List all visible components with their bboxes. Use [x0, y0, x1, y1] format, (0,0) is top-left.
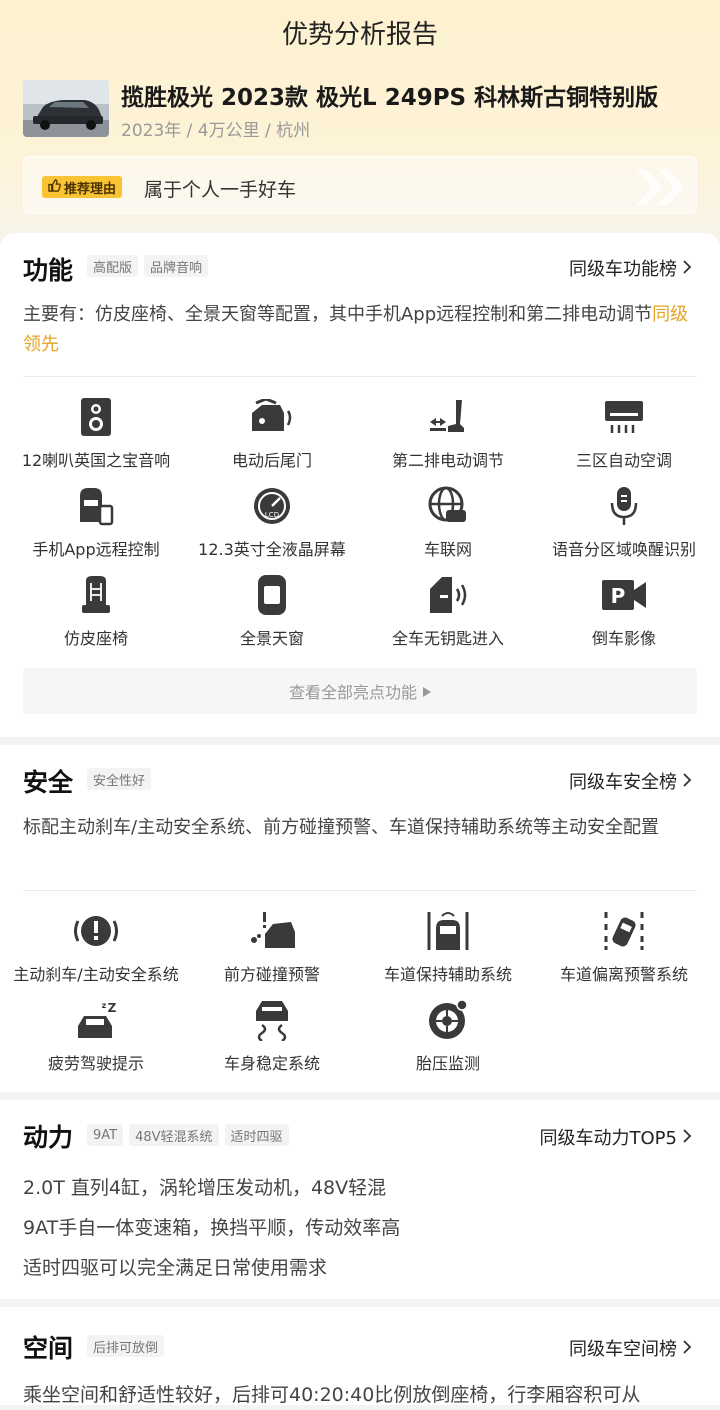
microphone-icon	[536, 484, 712, 528]
safety-section: 安全 安全性好 同级车安全榜 标配主动刹车/主动安全系统、前方碰撞预警、车道保持…	[0, 745, 720, 1092]
speaker-icon	[8, 395, 184, 439]
svg-text:Z: Z	[108, 1001, 117, 1015]
function-description: 主要有：仿皮座椅、全景天窗等配置，其中手机App远程控制和第二排电动调节同级领先	[23, 304, 689, 355]
recommend-reason-tag: 推荐理由	[42, 176, 123, 198]
leather-seat-icon	[8, 573, 184, 617]
power-line: 适时四驱可以完全满足日常使用需求	[23, 1257, 328, 1279]
feature-item[interactable]: 胎压监测	[360, 998, 536, 1074]
feature-item[interactable]: 全车无钥匙进入	[360, 573, 536, 649]
safety-tags: 安全性好	[87, 768, 152, 790]
recommend-reason-box: 推荐理由 属于个人一手好车	[23, 156, 697, 214]
car-meta: 2023年 / 4万公里 / 杭州	[121, 121, 311, 141]
space-description: 乘坐空间和舒适性较好，后排可40:20:40比例放倒座椅，行李厢容积可从	[23, 1384, 641, 1406]
safety-description: 标配主动刹车/主动安全系统、前方碰撞预警、车道保持辅助系统等主动安全配置	[23, 817, 660, 838]
chevron-decoration-icon	[632, 165, 692, 213]
keyless-entry-icon	[360, 573, 536, 617]
divider	[23, 376, 697, 377]
chevron-right-icon	[683, 258, 692, 279]
report-header: 优势分析报告 揽胜极光 2023款 极光L 249PS 科林斯古铜特别版 202…	[0, 0, 720, 260]
svg-text:P: P	[611, 584, 626, 608]
feature-item[interactable]: 第二排电动调节	[360, 395, 536, 471]
feature-item[interactable]: Zz 疲劳驾驶提示	[8, 998, 184, 1074]
lcd-gauge-icon: LCD	[184, 484, 360, 528]
feature-item[interactable]: 车身稳定系统	[184, 998, 360, 1074]
page-title: 优势分析报告	[281, 20, 438, 50]
feature-item[interactable]: 12喇叭英国之宝音响	[8, 395, 184, 471]
chevron-right-icon	[683, 771, 692, 792]
function-section: 功能 高配版 品牌音响 同级车功能榜 主要有：仿皮座椅、全景天窗等配置，其中手机…	[0, 233, 720, 737]
section-title-power: 动力	[23, 1123, 74, 1152]
thumbs-up-icon	[48, 178, 61, 196]
feature-item[interactable]: P 倒车影像	[536, 573, 712, 649]
power-line: 2.0T 直列4缸，涡轮增压发动机，48V轻混	[23, 1177, 387, 1199]
lane-keep-icon	[360, 909, 536, 953]
collision-warning-icon	[184, 909, 360, 953]
tag: 9AT	[87, 1124, 124, 1146]
lane-departure-icon	[536, 909, 712, 953]
section-title-space: 空间	[23, 1334, 74, 1363]
car-name: 揽胜极光 2023款 极光L 249PS 科林斯古铜特别版	[121, 85, 659, 111]
tag: 后排可放倒	[87, 1335, 165, 1357]
feature-item[interactable]: 全景天窗	[184, 573, 360, 649]
feature-item[interactable]: 仿皮座椅	[8, 573, 184, 649]
sunroof-icon	[184, 573, 360, 617]
car-thumbnail[interactable]	[23, 80, 109, 137]
phone-remote-icon	[8, 484, 184, 528]
feature-item[interactable]: 车道偏离预警系统	[536, 909, 712, 985]
chevron-right-icon	[683, 1127, 692, 1148]
tag: 高配版	[87, 255, 139, 277]
svg-text:z: z	[102, 1001, 107, 1010]
feature-item[interactable]: 三区自动空调	[536, 395, 712, 471]
fatigue-icon: Zz	[8, 998, 184, 1042]
feature-item[interactable]: 手机App远程控制	[8, 484, 184, 560]
section-title-safety: 安全	[23, 768, 74, 797]
svg-text:LCD: LCD	[265, 511, 279, 519]
brake-warning-icon	[8, 909, 184, 953]
chevron-right-icon	[683, 1338, 692, 1359]
feature-item[interactable]: 主动刹车/主动安全系统	[8, 909, 184, 985]
feature-item[interactable]: 车道保持辅助系统	[360, 909, 536, 985]
tire-pressure-icon	[360, 998, 536, 1042]
view-all-features-button[interactable]: 查看全部亮点功能	[23, 668, 697, 714]
feature-item[interactable]: 电动后尾门	[184, 395, 360, 471]
tag: 适时四驱	[224, 1124, 289, 1146]
space-section: 空间 后排可放倒 同级车空间榜 乘坐空间和舒适性较好，后排可40:20:40比例…	[0, 1307, 720, 1406]
feature-item[interactable]: LCD 12.3英寸全液晶屏幕	[184, 484, 360, 560]
globe-car-icon	[360, 484, 536, 528]
air-conditioner-icon	[536, 395, 712, 439]
safety-rank-link[interactable]: 同级车安全榜	[569, 768, 692, 794]
power-rank-link[interactable]: 同级车动力TOP5	[540, 1124, 692, 1150]
power-tags: 9AT 48V轻混系统 适时四驱	[87, 1124, 289, 1146]
seat-adjust-icon	[360, 395, 536, 439]
power-section: 动力 9AT 48V轻混系统 适时四驱 同级车动力TOP5 2.0T 直列4缸，…	[0, 1100, 720, 1299]
tag: 安全性好	[87, 768, 152, 790]
reverse-camera-icon: P	[536, 573, 712, 617]
feature-item[interactable]: 车联网	[360, 484, 536, 560]
space-tags: 后排可放倒	[87, 1335, 165, 1357]
power-tailgate-icon	[184, 395, 360, 439]
recommend-reason-text: 属于个人一手好车	[144, 179, 297, 201]
tag: 48V轻混系统	[129, 1124, 219, 1146]
tag: 品牌音响	[144, 255, 209, 277]
function-tags: 高配版 品牌音响	[87, 255, 209, 277]
feature-item[interactable]: 前方碰撞预警	[184, 909, 360, 985]
power-line: 9AT手自一体变速箱，换挡平顺，传动效率高	[23, 1217, 401, 1239]
stability-icon	[184, 998, 360, 1042]
function-rank-link[interactable]: 同级车功能榜	[569, 255, 692, 281]
feature-item[interactable]: 语音分区域唤醒识别	[536, 484, 712, 560]
divider	[23, 890, 697, 891]
triangle-right-icon	[423, 682, 431, 701]
section-title-function: 功能	[23, 256, 74, 285]
space-rank-link[interactable]: 同级车空间榜	[569, 1335, 692, 1361]
